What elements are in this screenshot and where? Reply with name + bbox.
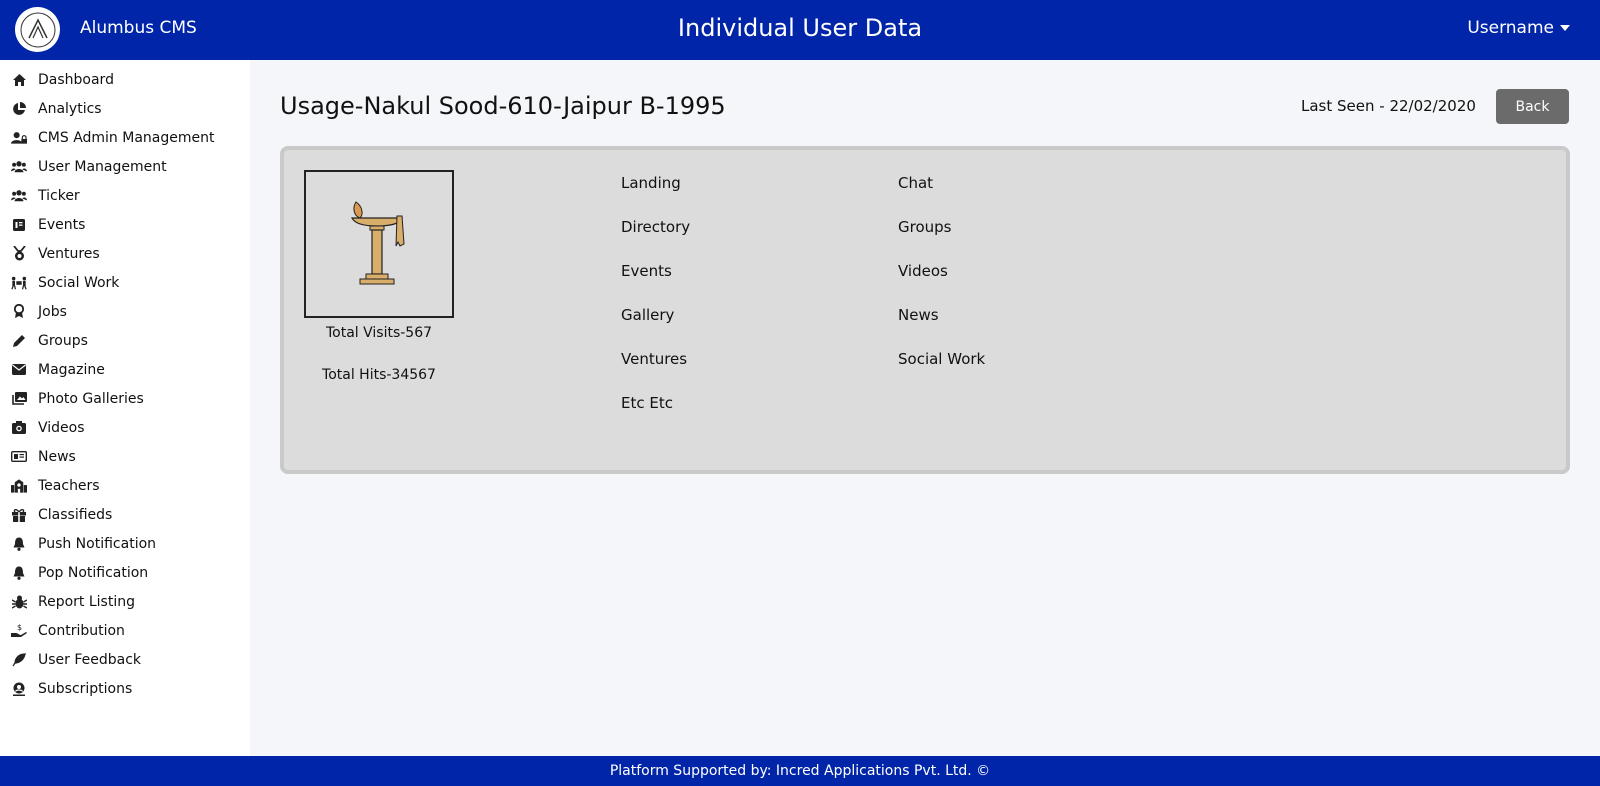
sidebar-item-label: Groups (38, 332, 88, 349)
sidebar-item-magazine[interactable]: Magazine (0, 355, 250, 384)
sidebar-item-label: Analytics (38, 100, 102, 117)
username-label: Username (1467, 18, 1554, 38)
usage-link-etc[interactable]: Etc Etc (621, 394, 690, 438)
sidebar-item-analytics[interactable]: Analytics (0, 94, 250, 123)
sidebar-item-ticker[interactable]: Ticker (0, 181, 250, 210)
sidebar-item-label: User Management (38, 158, 167, 175)
chevron-down-icon (1560, 25, 1570, 31)
sidebar: Dashboard Analytics CMS Admin Management… (0, 60, 250, 756)
sidebar-item-subscriptions[interactable]: Subscriptions (0, 674, 250, 703)
hand-holding-usd-icon: $ (11, 623, 27, 639)
sidebar-item-label: News (38, 448, 76, 465)
users-icon (11, 159, 27, 175)
sidebar-item-report-listing[interactable]: Report Listing (0, 587, 250, 616)
usage-link-gallery[interactable]: Gallery (621, 306, 690, 350)
home-icon (11, 72, 27, 88)
footer: Platform Supported by: Incred Applicatio… (0, 756, 1600, 786)
user-lock-icon (11, 130, 27, 146)
sidebar-item-ventures[interactable]: Ventures (0, 239, 250, 268)
sidebar-item-label: Videos (38, 419, 85, 436)
newspaper-icon (11, 449, 27, 465)
sidebar-item-dashboard[interactable]: Dashboard (0, 65, 250, 94)
calendar-icon (11, 217, 27, 233)
sidebar-item-label: User Feedback (38, 651, 142, 668)
envelope-icon (11, 362, 27, 378)
school-icon (11, 478, 27, 494)
main-content: Usage-Nakul Sood-610-Jaipur B-1995 Last … (250, 60, 1600, 756)
user-menu-dropdown[interactable]: Username (1467, 18, 1570, 38)
usage-link-groups[interactable]: Groups (898, 218, 985, 262)
users-icon (11, 188, 27, 204)
sidebar-item-label: Photo Galleries (38, 390, 144, 407)
usage-link-events[interactable]: Events (621, 262, 690, 306)
sidebar-item-push-notification[interactable]: Push Notification (0, 529, 250, 558)
footer-text: Platform Supported by: Incred Applicatio… (609, 763, 991, 779)
lamp-icon (351, 201, 405, 285)
sidebar-item-contribution[interactable]: $ Contribution (0, 616, 250, 645)
usage-links-column-2: Chat Groups Videos News Social Work (898, 174, 985, 394)
page-heading: Individual User Data (677, 14, 923, 42)
gift-icon (11, 507, 27, 523)
sidebar-item-label: Classifieds (38, 506, 113, 523)
usage-link-chat[interactable]: Chat (898, 174, 985, 218)
sidebar-item-classifieds[interactable]: Classifieds (0, 500, 250, 529)
sidebar-item-label: Dashboard (38, 71, 114, 88)
user-circle-icon (11, 681, 27, 697)
sidebar-item-label: Events (38, 216, 86, 233)
people-carry-icon (11, 275, 27, 291)
sidebar-item-events[interactable]: Events (0, 210, 250, 239)
sidebar-item-label: Pop Notification (38, 564, 149, 581)
sidebar-item-label: Teachers (38, 477, 100, 494)
chart-pie-icon (11, 101, 27, 117)
sidebar-item-label: CMS Admin Management (38, 129, 215, 146)
sidebar-item-user-management[interactable]: User Management (0, 152, 250, 181)
usage-link-videos[interactable]: Videos (898, 262, 985, 306)
camera-icon (11, 420, 27, 436)
top-navbar: Alumbus CMS Individual User Data Usernam… (0, 0, 1600, 60)
sidebar-item-social-work[interactable]: Social Work (0, 268, 250, 297)
usage-link-directory[interactable]: Directory (621, 218, 690, 262)
usage-link-ventures[interactable]: Ventures (621, 350, 690, 394)
user-photo (304, 170, 454, 318)
sidebar-item-label: Social Work (38, 274, 120, 291)
medal-icon (11, 246, 27, 262)
sidebar-item-pop-notification[interactable]: Pop Notification (0, 558, 250, 587)
sidebar-item-jobs[interactable]: Jobs (0, 297, 250, 326)
total-hits: Total Hits-34567 (322, 367, 436, 383)
sidebar-item-label: Subscriptions (38, 680, 133, 697)
sidebar-item-label: Ventures (38, 245, 100, 262)
pen-icon (11, 333, 27, 349)
usage-links-column-1: Landing Directory Events Gallery Venture… (621, 174, 690, 438)
sidebar-item-cms-admin-management[interactable]: CMS Admin Management (0, 123, 250, 152)
sidebar-item-videos[interactable]: Videos (0, 413, 250, 442)
sidebar-item-news[interactable]: News (0, 442, 250, 471)
bug-icon (11, 594, 27, 610)
sidebar-item-groups[interactable]: Groups (0, 326, 250, 355)
images-icon (11, 391, 27, 407)
bell-icon (11, 565, 27, 581)
back-button[interactable]: Back (1496, 89, 1569, 124)
sidebar-item-label: Report Listing (38, 593, 135, 610)
page-title: Usage-Nakul Sood-610-Jaipur B-1995 (280, 92, 726, 120)
sidebar-item-label: Jobs (38, 303, 67, 320)
usage-panel: Total Visits-567 Total Hits-34567 Landin… (280, 146, 1570, 474)
sidebar-item-user-feedback[interactable]: User Feedback (0, 645, 250, 674)
usage-link-news[interactable]: News (898, 306, 985, 350)
sidebar-item-label: Push Notification (38, 535, 157, 552)
sidebar-item-photo-galleries[interactable]: Photo Galleries (0, 384, 250, 413)
feather-icon (11, 652, 27, 668)
sidebar-item-label: Magazine (38, 361, 105, 378)
bell-icon (11, 536, 27, 552)
sidebar-item-label: Contribution (38, 622, 125, 639)
sidebar-item-label: Ticker (38, 187, 80, 204)
usage-link-social-work[interactable]: Social Work (898, 350, 985, 394)
last-seen-label: Last Seen - 22/02/2020 (1301, 97, 1476, 115)
svg-text:$: $ (17, 623, 22, 632)
award-icon (11, 304, 27, 320)
sidebar-item-teachers[interactable]: Teachers (0, 471, 250, 500)
usage-link-landing[interactable]: Landing (621, 174, 690, 218)
total-visits: Total Visits-567 (325, 325, 433, 341)
